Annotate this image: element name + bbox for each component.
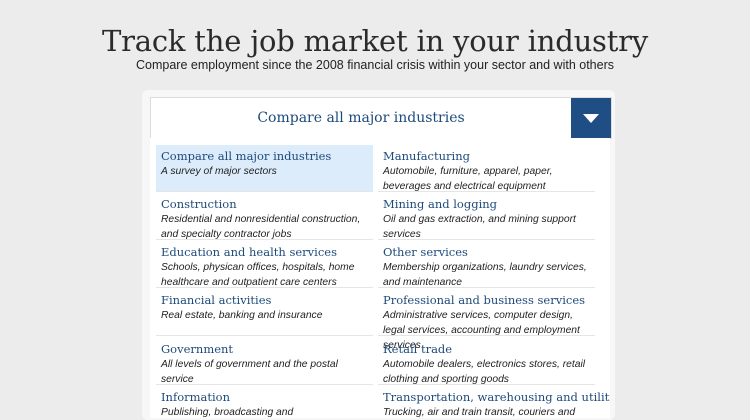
- page-subtitle: Compare employment since the 2008 financ…: [135, 58, 614, 72]
- industry-option[interactable]: Compare all major industries A survey of …: [156, 145, 373, 192]
- industry-option-name: Other services: [383, 245, 468, 259]
- industry-option-name: Education and health services: [161, 245, 337, 259]
- industry-option-description: Oil and gas extraction, and mining suppo…: [383, 214, 576, 240]
- industry-option-description: Automobile dealers, electronics stores, …: [383, 359, 586, 385]
- page-title: Track the job market in your industry: [101, 24, 649, 58]
- industry-option-name: Retail trade: [383, 342, 453, 356]
- industry-option-description: Publishing, broadcasting and telecommuni…: [161, 407, 294, 418]
- industry-option-name: Mining and logging: [383, 197, 498, 211]
- industry-option-name: Construction: [161, 197, 237, 211]
- industry-option[interactable]: Mining and logging Oil and gas extraction…: [378, 193, 595, 240]
- industry-option-description: Residential and nonresidential construct…: [161, 214, 361, 240]
- industry-option-name: Government: [161, 342, 234, 356]
- industry-dropdown-list: Compare all major industries A survey of …: [150, 138, 610, 418]
- industry-option-name: Transportation, warehousing and utilitie…: [383, 390, 610, 404]
- industry-option[interactable]: Manufacturing Automobile, furniture, appa…: [378, 145, 595, 192]
- industry-option[interactable]: Government All levels of government and t…: [156, 338, 373, 385]
- dropdown-toggle-button[interactable]: [571, 98, 611, 138]
- industry-option-description: Automobile, furniture, apparel, paper, b…: [383, 166, 553, 192]
- industry-option-name: Compare all major industries: [161, 149, 332, 163]
- industry-option-description: Trucking, air and train transit, courier…: [383, 407, 576, 418]
- industry-option-name: Manufacturing: [383, 149, 470, 163]
- industry-option[interactable]: Information Publishing, broadcasting and …: [156, 386, 373, 418]
- industry-option[interactable]: Other services Membership organizations, …: [378, 241, 595, 288]
- industry-option-name: Professional and business services: [383, 293, 586, 307]
- industry-option-description: Schools, physican offices, hospitals, ho…: [161, 262, 355, 288]
- industry-option[interactable]: Financial activities Real estate, banking…: [156, 289, 373, 336]
- industry-select-value[interactable]: Compare all major industries: [151, 98, 571, 138]
- industry-option[interactable]: Retail trade Automobile dealers, electron…: [378, 338, 595, 385]
- industry-option-description: Real estate, banking and insurance: [161, 310, 323, 321]
- industry-option[interactable]: Education and health services Schools, ph…: [156, 241, 373, 288]
- industry-option-name: Information: [161, 390, 231, 404]
- industry-option[interactable]: Professional and business services Admini…: [378, 289, 595, 351]
- industry-option-name: Financial activities: [161, 293, 272, 307]
- triangle-down-icon: [583, 114, 599, 123]
- industry-option-description: All levels of government and the postal …: [161, 359, 338, 385]
- industry-option-description: Membership organizations, laundry servic…: [383, 262, 587, 288]
- industry-option[interactable]: Transportation, warehousing and utilitie…: [378, 386, 610, 418]
- industry-option-description: A survey of major sectors: [161, 166, 277, 177]
- industry-option[interactable]: Construction Residential and nonresidenti…: [156, 193, 373, 240]
- industry-select[interactable]: Compare all major industries: [150, 97, 612, 139]
